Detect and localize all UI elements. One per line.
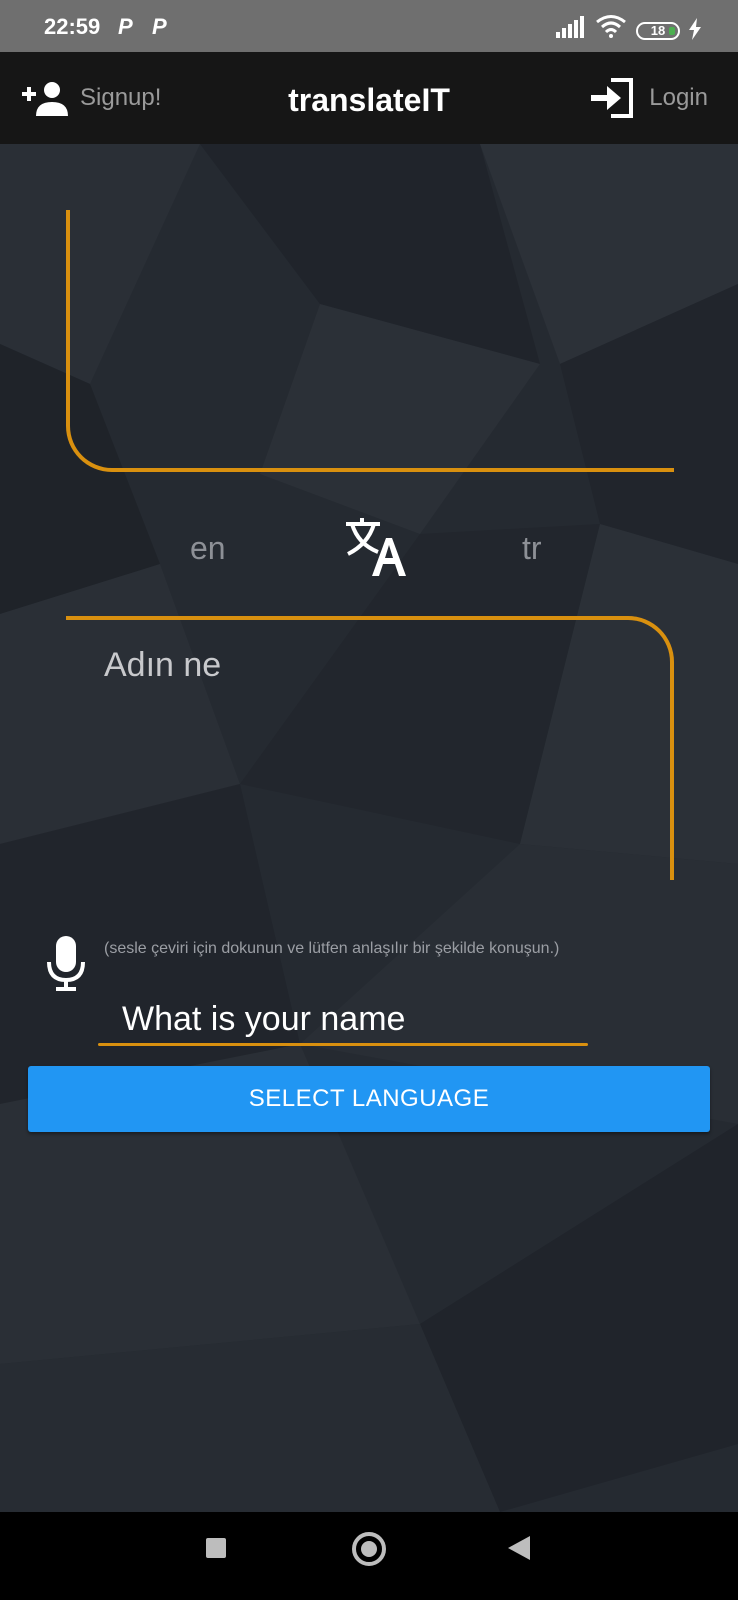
wifi-icon <box>596 15 626 38</box>
translate-icon[interactable] <box>344 514 408 578</box>
status-time: 22:59 <box>44 14 101 39</box>
microphone-icon[interactable] <box>46 936 86 992</box>
select-language-button[interactable]: SELECT LANGUAGE <box>28 1066 710 1132</box>
login-label: Login <box>649 84 708 111</box>
notification-p-icon: P <box>118 14 133 39</box>
home-icon[interactable] <box>352 1532 386 1566</box>
login-button[interactable]: Login <box>589 74 708 122</box>
battery-icon: 18 <box>636 22 680 40</box>
source-language[interactable]: en <box>190 530 226 567</box>
app-bar: Signup! translateIT Login <box>0 52 738 144</box>
voice-hint: (sesle çeviri için dokunun ve lütfen anl… <box>104 940 560 957</box>
signal-icon <box>556 16 584 38</box>
recents-icon[interactable] <box>206 1538 226 1558</box>
target-language[interactable]: tr <box>522 530 542 567</box>
translated-text: Adın ne <box>104 646 222 684</box>
charging-bolt-icon <box>689 18 701 40</box>
input-underline <box>98 1043 588 1046</box>
text-input-wrapper <box>98 996 588 1046</box>
notification-p-icon: P <box>152 14 167 39</box>
battery-level: 18 <box>650 23 666 38</box>
back-icon[interactable] <box>508 1536 530 1560</box>
source-text-area[interactable] <box>66 210 674 472</box>
status-bar: 22:59 P P 18 <box>0 0 738 52</box>
text-input[interactable] <box>98 996 588 1042</box>
navigation-bar <box>0 1512 738 1600</box>
login-icon <box>591 78 634 118</box>
